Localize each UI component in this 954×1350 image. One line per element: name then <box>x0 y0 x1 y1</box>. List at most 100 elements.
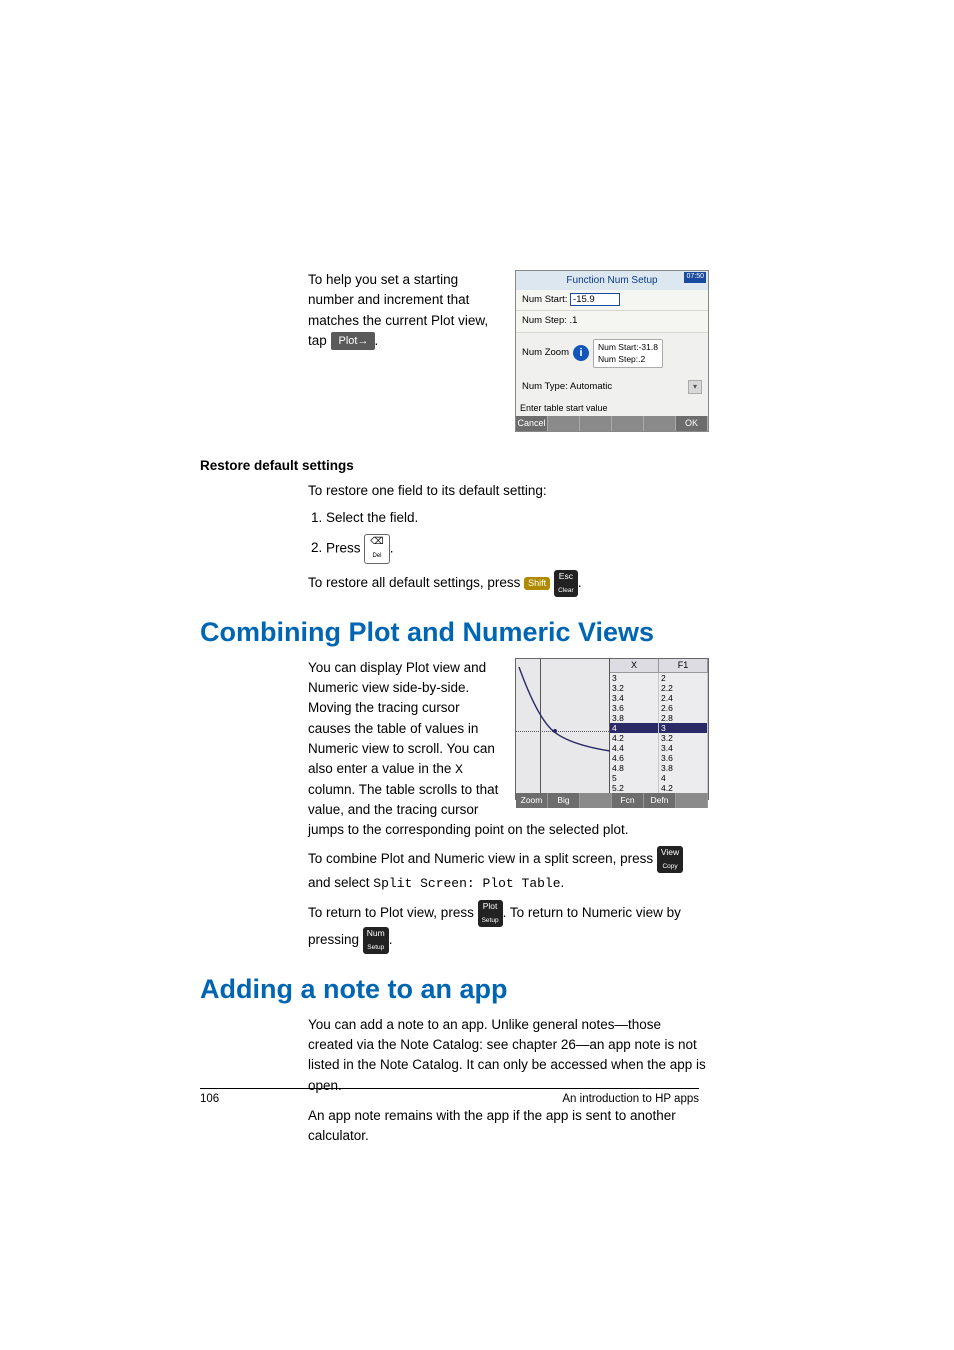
num-setup-hint: Enter table start value <box>516 400 708 416</box>
softkey-blank <box>580 416 612 432</box>
combine-para1-wrap: You can display Plot view and Numeric vi… <box>308 658 501 820</box>
split-plot-pane <box>516 659 610 794</box>
chevron-down-icon[interactable]: ▾ <box>688 380 702 394</box>
table-cell-f1: 3 <box>659 723 708 733</box>
plot-curve <box>516 659 610 787</box>
num-key-icon: NumSetup <box>363 927 389 954</box>
table-cell-f1: 2.4 <box>659 693 708 703</box>
esc-clear-key-icon: EscClear <box>554 570 578 597</box>
num-step-value: .1 <box>570 315 578 326</box>
table-cell-x: 3.4 <box>610 693 659 703</box>
table-row: 3.42.4 <box>610 693 708 703</box>
softkey-blank <box>644 416 676 432</box>
split-softkeys: Zoom Big Fcn Defn <box>516 793 708 808</box>
table-cell-x: 5 <box>610 773 659 783</box>
table-cell-x: 3.8 <box>610 713 659 723</box>
table-cell-x: 4.6 <box>610 753 659 763</box>
combine-para1b-partial: column. The table scrolls to that value,… <box>308 782 498 817</box>
combine-para1-tail: jumps to the corresponding point on the … <box>308 820 709 840</box>
softkey-blank <box>580 793 612 808</box>
footer-title: An introduction to HP apps <box>562 1093 699 1105</box>
softkey-ok[interactable]: OK <box>676 416 708 432</box>
info-icon: i <box>573 345 589 361</box>
restore-step-2: Press ⌫Del. <box>326 534 709 564</box>
combine-para1a: You can display Plot view and Numeric vi… <box>308 660 495 776</box>
num-setup-title-bar: Function Num Setup 07:50 <box>516 271 708 290</box>
num-setup-title: Function Num Setup <box>566 275 657 286</box>
table-header: X F1 <box>610 659 708 674</box>
softkey-big[interactable]: Big <box>548 793 580 808</box>
table-cell-f1: 3.4 <box>659 743 708 753</box>
softkey-cancel[interactable]: Cancel <box>516 416 548 432</box>
table-cell-f1: 3.6 <box>659 753 708 763</box>
intro-paragraph: To help you set a starting number and in… <box>308 270 497 432</box>
plot-key-icon: PlotSetup <box>478 900 503 927</box>
num-setup-screenshot: Function Num Setup 07:50 Num Start: Num … <box>515 270 709 432</box>
table-cell-f1: 4 <box>659 773 708 783</box>
table-row: 3.62.6 <box>610 703 708 713</box>
softkey-defn[interactable]: Defn <box>644 793 676 808</box>
table-row: 32 <box>610 673 708 683</box>
num-zoom-row: Num Zoom i Num Start:-31.8 Num Step:.2 <box>516 333 708 375</box>
num-start-input[interactable] <box>570 293 620 306</box>
table-row: 5.24.2 <box>610 783 708 793</box>
table-cell-x: 4 <box>610 723 659 733</box>
softkey-fcn[interactable]: Fcn <box>612 793 644 808</box>
clock-badge: 07:50 <box>684 272 706 283</box>
softkey-blank <box>612 416 644 432</box>
table-row: 54 <box>610 773 708 783</box>
bubble-line1: Num Start:-31.8 <box>598 341 658 354</box>
table-cell-f1: 4.2 <box>659 783 708 793</box>
page-number: 106 <box>200 1093 219 1105</box>
table-row: 4.43.4 <box>610 743 708 753</box>
table-cell-f1: 2.8 <box>659 713 708 723</box>
num-zoom-label: Num Zoom <box>522 346 569 360</box>
table-row: 3.22.2 <box>610 683 708 693</box>
table-cell-f1: 2.6 <box>659 703 708 713</box>
num-type-value: Automatic <box>570 381 612 392</box>
softkey-zoom[interactable]: Zoom <box>516 793 548 808</box>
table-cell-x: 3.6 <box>610 703 659 713</box>
softkey-blank <box>676 793 708 808</box>
page-footer: 106 An introduction to HP apps <box>200 1088 699 1105</box>
num-start-label: Num Start: <box>522 294 567 305</box>
note-heading: Adding a note to an app <box>200 974 709 1005</box>
split-screen-mono: Split Screen: Plot Table <box>373 876 560 891</box>
delete-key-icon: ⌫Del <box>364 534 389 564</box>
info-bubble-content: Num Start:-31.8 Num Step:.2 <box>593 339 663 369</box>
table-cell-f1: 2.2 <box>659 683 708 693</box>
plot-chip: Plot→ <box>331 332 375 351</box>
table-row: 3.82.8 <box>610 713 708 723</box>
combine-para2: To combine Plot and Numeric view in a sp… <box>308 846 709 894</box>
note-para2: An app note remains with the app if the … <box>308 1106 709 1147</box>
table-cell-x: 3.2 <box>610 683 659 693</box>
num-setup-softkeys: Cancel OK <box>516 416 708 432</box>
table-row: 4.63.6 <box>610 753 708 763</box>
restore-heading: Restore default settings <box>200 458 709 473</box>
table-header-x: X <box>610 659 659 674</box>
shift-key-icon: Shift <box>524 577 550 590</box>
restore-intro: To restore one field to its default sett… <box>308 481 709 501</box>
table-cell-x: 4.2 <box>610 733 659 743</box>
table-cell-x: 4.8 <box>610 763 659 773</box>
table-cell-f1: 3.2 <box>659 733 708 743</box>
view-key-icon: ViewCopy <box>657 846 683 873</box>
num-type-row: Num Type: Automatic ▾ <box>516 374 708 400</box>
restore-steps: Select the field. Press ⌫Del. <box>326 508 709 564</box>
restore-all: To restore all default settings, press S… <box>308 570 709 597</box>
restore-step-1: Select the field. <box>326 508 709 528</box>
combine-heading: Combining Plot and Numeric Views <box>200 617 709 648</box>
bubble-line2: Num Step:.2 <box>598 353 658 366</box>
table-cell-f1: 3.8 <box>659 763 708 773</box>
table-cell-x: 3 <box>610 673 659 683</box>
num-step-label: Num Step: <box>522 315 567 326</box>
table-header-f1: F1 <box>659 659 708 674</box>
split-table-pane: X F1 323.22.23.42.43.62.63.82.8434.23.24… <box>610 659 708 794</box>
num-start-row: Num Start: <box>516 290 708 311</box>
table-cell-x: 4.4 <box>610 743 659 753</box>
intro-text-after: . <box>375 333 379 348</box>
note-para1: You can add a note to an app. Unlike gen… <box>308 1015 709 1096</box>
table-row: 4.23.2 <box>610 733 708 743</box>
table-cell-x: 5.2 <box>610 783 659 793</box>
x-column-mono: X <box>455 762 463 777</box>
